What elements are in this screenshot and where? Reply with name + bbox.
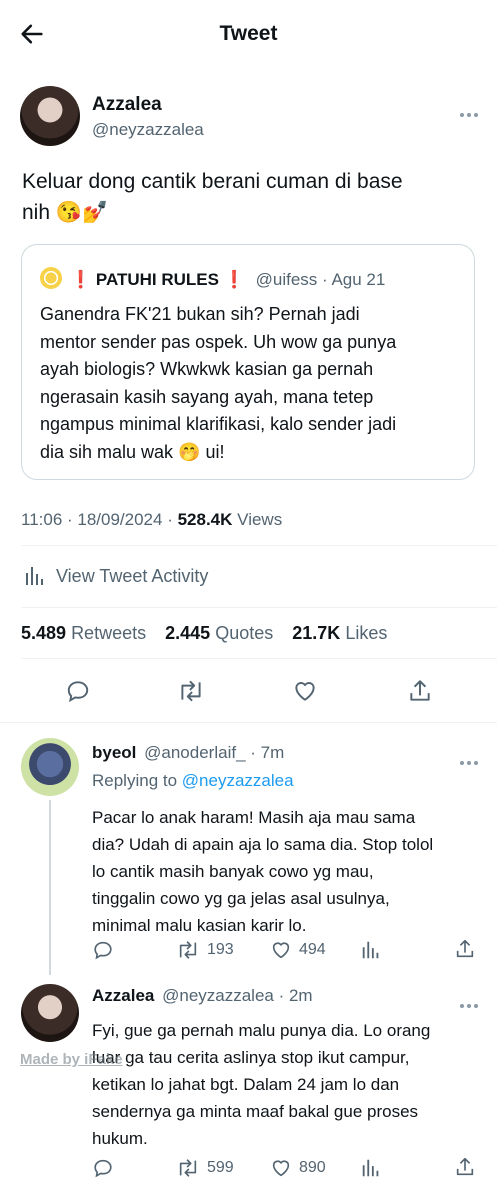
tweet-text: Keluar dong cantik berani cuman di base … [22, 166, 403, 228]
retweet-icon[interactable] [176, 939, 200, 961]
divider [0, 722, 497, 723]
quotes-count: 2.445 [165, 623, 211, 643]
share-icon[interactable] [454, 938, 476, 960]
reply-icon[interactable] [92, 939, 114, 961]
reply-header: byeol @anoderlaif_ · 7m [92, 743, 284, 763]
quotes-label: Quotes [215, 623, 274, 643]
quote-author-handle: @uifess [255, 270, 318, 289]
reply-thread-line [49, 800, 51, 975]
reply-text-line: sendernya ga minta maaf bakal gue proses [92, 1102, 419, 1121]
analytics-icon[interactable] [360, 1157, 382, 1179]
reply-text-line: lo cantik masih banyak cowo yg mau, [92, 862, 374, 881]
view-tweet-activity-label: View Tweet Activity [56, 566, 209, 586]
tweet-meta: 11:06 · 18/09/2024 · 528.4K Views [21, 510, 282, 530]
quote-tweet[interactable]: ❗ PATUHI RULES ❗ @uifess · Agu 21 Ganend… [21, 244, 475, 480]
reply-text-line: hukum. [92, 1129, 148, 1148]
reply-text-line: Pacar lo anak haram! Masih aja mau sama [92, 808, 416, 827]
reply-icon[interactable] [92, 1157, 114, 1179]
quotes-stat[interactable]: 2.445 Quotes [165, 623, 273, 643]
heart-icon [295, 682, 315, 701]
engagement-stats: 5.489 Retweets 2.445 Quotes 21.7K Likes [21, 623, 387, 644]
reply-text: Pacar lo anak haram! Masih aja mau sama … [92, 804, 492, 939]
like-count: 494 [299, 941, 326, 958]
like-count: 890 [299, 1159, 326, 1176]
share-icon [410, 680, 430, 701]
reply-text-line: minimal malu kasian karir lo. [92, 916, 307, 935]
divider [21, 545, 497, 546]
views-label: Views [237, 510, 283, 529]
retweets-count: 5.489 [21, 623, 67, 643]
reply-handle-time[interactable]: @neyzazzalea · 2m [162, 986, 313, 1005]
reply-actions: 193 494 [92, 938, 482, 964]
reply-icon [67, 681, 89, 703]
reply-text-line: tinggalin cowo yg ga jelas asal usulnya, [92, 889, 390, 908]
avatar[interactable] [20, 86, 80, 146]
share-button[interactable] [407, 678, 433, 704]
quote-line: ayah biologis? Wkwkwk kasian ga pernah [40, 359, 374, 379]
quote-text: Ganendra FK'21 bukan sih? Pernah jadi me… [40, 301, 470, 466]
more-options-icon[interactable] [460, 752, 481, 770]
tweet-text-line: nih 😘💅 [22, 201, 109, 224]
quote-date: · Agu 21 [322, 270, 386, 289]
divider [21, 607, 497, 608]
heart-icon[interactable] [270, 939, 292, 961]
retweet-count: 599 [207, 1159, 234, 1176]
page-title: Tweet [219, 22, 278, 45]
replying-to-label: Replying to [92, 771, 178, 790]
more-options-icon[interactable] [460, 104, 481, 122]
retweet-icon [181, 680, 201, 702]
reply-actions: 599 890 [92, 1156, 482, 1182]
retweets-label: Retweets [71, 623, 147, 643]
retweet-icon[interactable] [176, 1157, 200, 1179]
likes-label: Likes [345, 623, 388, 643]
quote-line: ngampus minimal klarifikasi, kalo sender… [40, 414, 397, 434]
heart-icon[interactable] [270, 1157, 292, 1179]
timestamp: 11:06 · 18/09/2024 · [21, 510, 173, 529]
reply-text: Fyi, gue ga pernah malu punya dia. Lo or… [92, 1017, 492, 1152]
analytics-icon[interactable] [360, 939, 382, 961]
reply-handle-time[interactable]: @anoderlaif_ · 7m [144, 743, 284, 762]
likes-count: 21.7K [292, 623, 341, 643]
likes-stat[interactable]: 21.7K Likes [292, 623, 387, 643]
quote-line: mentor sender pas ospek. Uh wow ga punya [40, 331, 397, 352]
retweet-count: 193 [207, 941, 234, 958]
retweet-button[interactable] [177, 678, 205, 704]
reply-text-line: ketikan lo jahat bgt. Dalam 24 jam lo da… [92, 1075, 400, 1094]
replying-to-handle[interactable]: @neyzazzalea [182, 771, 294, 790]
reply-author-name[interactable]: Azzalea [92, 986, 154, 1005]
reply-text-line: dia? Udah di apain aja lo sama dia. Stop… [92, 835, 434, 854]
quote-line: Ganendra FK'21 bukan sih? Pernah jadi [40, 304, 360, 324]
author-handle[interactable]: @neyzazzalea [92, 120, 204, 140]
reply-header: Azzalea @neyzazzalea · 2m [92, 986, 313, 1006]
quote-avatar [40, 267, 62, 289]
like-button[interactable] [292, 678, 318, 704]
reply-text-line: Fyi, gue ga pernah malu punya dia. Lo or… [92, 1021, 431, 1040]
quote-line: ngerasain kasih sayang ayah, mana tetep [40, 386, 374, 407]
quote-author-name: ❗ PATUHI RULES ❗ [70, 270, 245, 289]
watermark: Made by iFake [20, 1051, 123, 1068]
retweets-stat[interactable]: 5.489 Retweets [21, 623, 146, 643]
reply-text-line: luar ga tau cerita aslinya stop ikut cam… [92, 1048, 410, 1067]
divider [21, 658, 497, 659]
more-options-icon[interactable] [460, 995, 481, 1013]
tweet-text-line: Keluar dong cantik berani cuman di base [22, 170, 403, 193]
quote-header: ❗ PATUHI RULES ❗ @uifess · Agu 21 [70, 270, 385, 290]
analytics-icon [26, 567, 43, 585]
reply-button[interactable] [65, 678, 91, 704]
reply-avatar[interactable] [21, 984, 79, 1042]
replying-to: Replying to @neyzazzalea [92, 771, 294, 791]
share-icon[interactable] [454, 1156, 476, 1178]
reply-author-name[interactable]: byeol [92, 743, 136, 762]
quote-line: dia sih malu wak 🤭 ui! [40, 441, 225, 462]
reply-avatar[interactable] [21, 738, 79, 796]
author-name[interactable]: Azzalea [92, 94, 162, 116]
views-count: 528.4K [177, 510, 233, 529]
